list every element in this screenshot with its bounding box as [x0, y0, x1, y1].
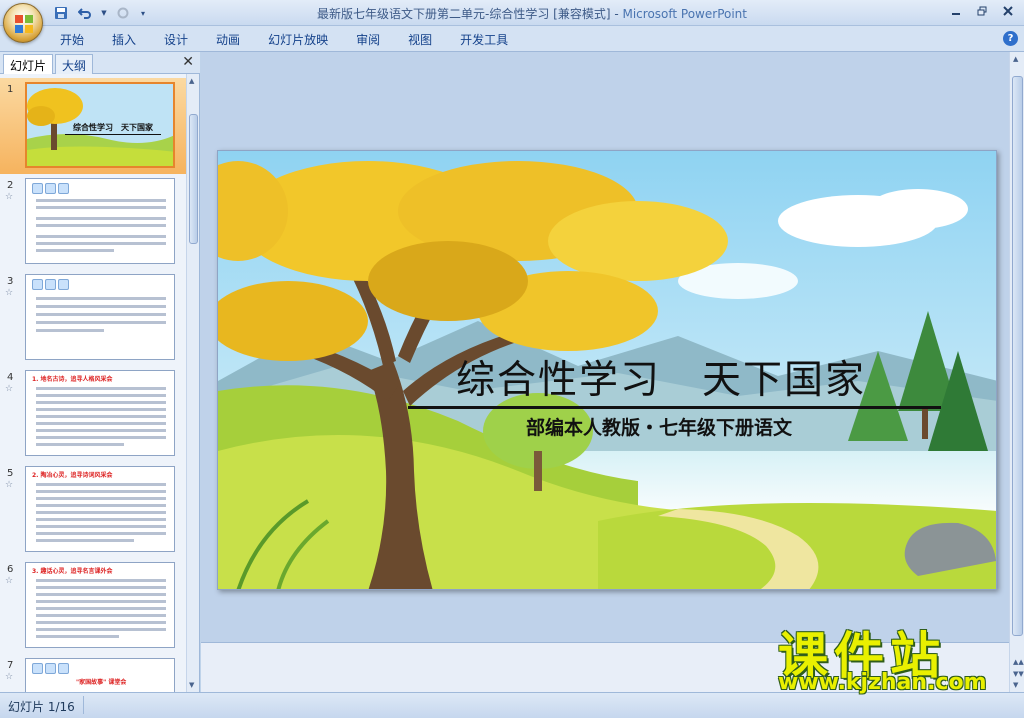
current-slide[interactable]: 综合性学习 天下国家 部编本人教版・七年级下册语文: [217, 150, 997, 590]
tab-view[interactable]: 视图: [408, 31, 432, 48]
animation-star-icon: ☆: [5, 192, 14, 202]
slide-preview: 2. 陶冶心灵，追寻诗词风采会: [25, 466, 175, 552]
thumb-heading-tags: [32, 279, 69, 290]
restore-icon[interactable]: [970, 2, 994, 20]
tab-insert[interactable]: 插入: [112, 31, 136, 48]
slide-subtitle[interactable]: 部编本人教版・七年级下册语文: [526, 413, 792, 440]
previous-slide-icon[interactable]: ▲▲: [1013, 658, 1024, 666]
thumb-heading: 1. 地名古诗，追寻人格风采会: [32, 376, 113, 383]
thumb-rule: [65, 134, 161, 135]
scroll-thumb[interactable]: [1012, 76, 1023, 636]
status-divider: [83, 696, 84, 714]
slide-thumbnail-5[interactable]: 5 ☆ 2. 陶冶心灵，追寻诗词风采会: [0, 462, 186, 558]
slide-preview: 综合性学习 天下国家: [25, 82, 175, 168]
animation-star-icon: ☆: [5, 288, 14, 298]
animation-star-icon: ☆: [5, 480, 14, 490]
tab-design[interactable]: 设计: [164, 31, 188, 48]
title-underline: [408, 406, 941, 409]
slide-counter: 幻灯片 1/16: [8, 700, 75, 714]
slide-editing-area: 综合性学习 天下国家 部编本人教版・七年级下册语文: [201, 52, 1009, 692]
slide-preview: [25, 178, 175, 264]
pane-tabs: 幻灯片 大纲 ✕: [0, 52, 200, 74]
slide-number: 5: [7, 468, 14, 479]
thumb-heading-tags: [32, 183, 69, 194]
window-controls: [944, 2, 1020, 20]
scroll-thumb[interactable]: [189, 114, 198, 244]
next-slide-icon[interactable]: ▼▼: [1013, 670, 1024, 678]
tab-review[interactable]: 审阅: [356, 31, 380, 48]
help-icon[interactable]: ?: [1003, 31, 1018, 46]
tab-outline[interactable]: 大纲: [55, 54, 94, 74]
thumb-heading: "家国故事" 课堂会: [76, 679, 127, 686]
slide-preview: "家国故事" 课堂会: [25, 658, 175, 692]
tab-slideshow[interactable]: 幻灯片放映: [268, 31, 328, 48]
slide-number: 1: [7, 84, 14, 95]
app-name: Microsoft PowerPoint: [622, 7, 747, 21]
thumb-heading-tags: [32, 663, 69, 674]
slide-title[interactable]: 综合性学习 天下国家: [456, 349, 866, 405]
slide-thumbnail-3[interactable]: 3 ☆: [0, 270, 186, 366]
slide-thumbnail-2[interactable]: 2 ☆: [0, 174, 186, 270]
minimize-icon[interactable]: [944, 2, 968, 20]
slide-number: 6: [7, 564, 14, 575]
slide-preview: 3. 趣话心灵，追寻名言课外会: [25, 562, 175, 648]
animation-star-icon: ☆: [5, 672, 14, 682]
watermark-url: www.kjzhan.com: [778, 670, 987, 695]
animation-star-icon: ☆: [5, 576, 14, 586]
slide-number: 4: [7, 372, 14, 383]
tab-home[interactable]: 开始: [60, 31, 84, 48]
animation-star-icon: ☆: [5, 384, 14, 394]
slides-pane-scrollbar[interactable]: ▲ ▼: [186, 74, 199, 692]
office-button-icon: [15, 15, 33, 33]
title-bar: ▼ ▾ 最新版七年级语文下册第二单元-综合性学习 [兼容模式] - Micros…: [0, 0, 1024, 26]
slide-number: 2: [7, 180, 14, 191]
slide-preview: 1. 地名古诗，追寻人格风采会: [25, 370, 175, 456]
scroll-down-icon[interactable]: ▼: [189, 681, 194, 689]
close-pane-icon[interactable]: ✕: [182, 54, 194, 70]
scroll-up-icon[interactable]: ▲: [189, 77, 194, 85]
slide-thumbnail-4[interactable]: 4 ☆ 1. 地名古诗，追寻人格风采会: [0, 366, 186, 462]
window-title: 最新版七年级语文下册第二单元-综合性学习 [兼容模式] - Microsoft …: [0, 5, 1024, 22]
thumb-title: 综合性学习 天下国家: [73, 123, 153, 132]
slide-number: 7: [7, 660, 14, 671]
ribbon-tabs-bar: 开始 插入 设计 动画 幻灯片放映 审阅 视图 开发工具 ?: [0, 26, 1024, 52]
close-icon[interactable]: [996, 2, 1020, 20]
editor-scrollbar[interactable]: ▲ ▲▲ ▼▼ ▼: [1009, 52, 1024, 692]
slide-thumbnail-1[interactable]: 1 综合性学习 天下国家: [0, 78, 186, 174]
ribbon-tabs: 开始 插入 设计 动画 幻灯片放映 审阅 视图 开发工具: [60, 31, 536, 48]
slide-thumbnail-6[interactable]: 6 ☆ 3. 趣话心灵，追寻名言课外会: [0, 558, 186, 654]
tab-slides[interactable]: 幻灯片: [3, 54, 54, 74]
status-bar: 幻灯片 1/16: [0, 692, 1024, 718]
slide-thumbnail-7[interactable]: 7 ☆ "家国故事" 课堂会: [0, 654, 186, 692]
scroll-down-icon[interactable]: ▼: [1013, 681, 1018, 689]
thumb-heading: 3. 趣话心灵，追寻名言课外会: [32, 568, 113, 575]
thumb-heading: 2. 陶冶心灵，追寻诗词风采会: [32, 472, 113, 479]
tab-developer[interactable]: 开发工具: [460, 31, 508, 48]
office-button[interactable]: [3, 3, 43, 43]
slide-thumbnail-list: 1 综合性学习 天下国家 2 ☆ 3 ☆ 4 ☆ 1. 地名古诗，追寻人格风采会…: [0, 74, 186, 692]
tab-animation[interactable]: 动画: [216, 31, 240, 48]
scroll-up-icon[interactable]: ▲: [1013, 55, 1018, 63]
document-title: 最新版七年级语文下册第二单元-综合性学习 [兼容模式] -: [317, 7, 623, 21]
slide-preview: [25, 274, 175, 360]
slide-number: 3: [7, 276, 14, 287]
slides-pane: 幻灯片 大纲 ✕ 1 综合性学习 天下国家 2 ☆ 3 ☆ 4 ☆ 1. 地名古…: [0, 52, 200, 692]
